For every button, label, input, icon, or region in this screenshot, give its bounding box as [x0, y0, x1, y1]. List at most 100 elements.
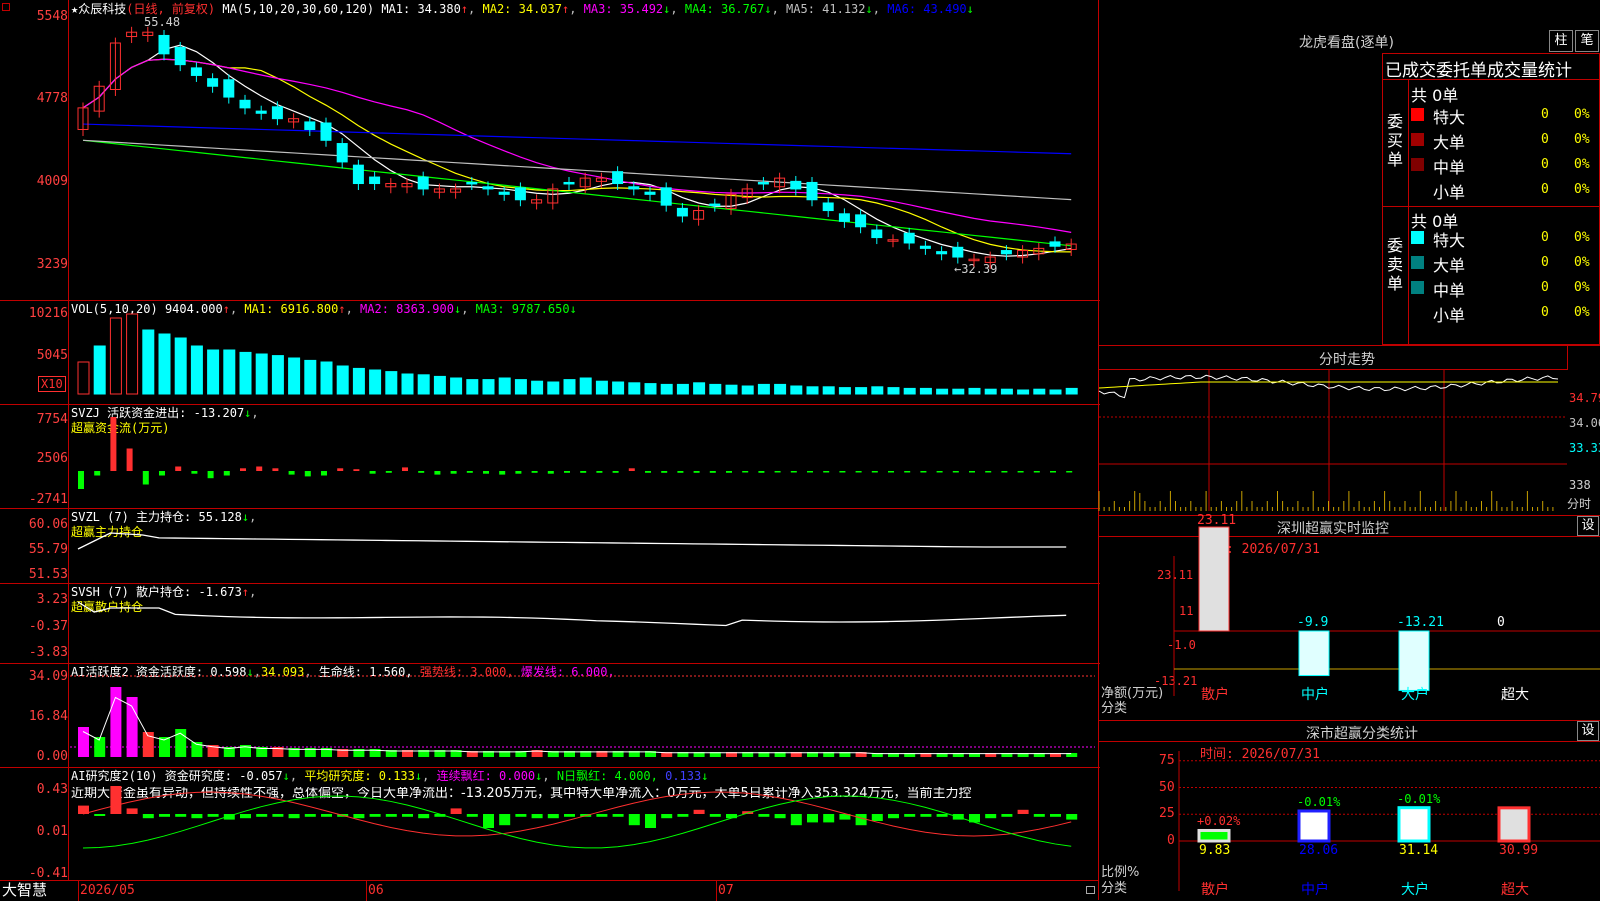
candle-body — [352, 164, 364, 185]
ai-research-bar — [483, 814, 494, 828]
volume-bar — [676, 383, 689, 395]
bar-mode-button[interactable]: 柱 — [1549, 30, 1573, 52]
svzj-bar — [920, 471, 927, 473]
candle-body — [855, 214, 867, 228]
ai-research-bar — [94, 814, 106, 816]
sc-value-label: 9.83 — [1199, 843, 1231, 858]
volume-bar — [255, 353, 268, 395]
volume-bar — [223, 349, 236, 395]
svzj-bar — [321, 471, 327, 476]
ai-research-panel[interactable]: AI研究度2(10) 资金研究度: -0.057↓, 平均研究度: 0.133↓… — [0, 767, 1100, 881]
sc-svg — [1178, 751, 1600, 891]
ai-research-bar — [402, 814, 413, 817]
volume-bar — [498, 377, 511, 395]
ai-research-bar — [693, 809, 705, 814]
svzj-bar — [985, 471, 992, 473]
candle-body — [838, 213, 850, 222]
intraday-vol-unit: 分时 — [1567, 497, 1592, 511]
candle-body — [1000, 250, 1012, 255]
svzl-panel[interactable]: SVZL (7) 主力持仓: 55.128↓, 超赢主力持仓 60.06 55.… — [0, 508, 1100, 583]
svzj-panel[interactable]: SVZJ 活跃资金进出: -13.207↓, 超赢资金流(万元) 7754 25… — [0, 404, 1100, 508]
svzj-bar — [337, 468, 344, 471]
volume-bar — [579, 377, 592, 395]
svzj-bar — [434, 471, 441, 475]
volume-bar — [320, 361, 333, 395]
stat-row-percent: 0% — [1574, 280, 1590, 295]
stat-row: 大单 0 0% — [1411, 129, 1599, 152]
volume-bar — [903, 387, 916, 395]
stat-row-name: 小单 — [1433, 306, 1466, 325]
stat-row-name: 中单 — [1433, 158, 1466, 177]
svzj-bar — [1017, 471, 1024, 473]
candle-body — [369, 176, 381, 185]
ai-research-bar — [1033, 814, 1045, 817]
price-panel[interactable]: ★众辰科技(日线, 前复权) MA(5,10,20,30,60,120) MA1… — [0, 0, 1099, 300]
volume-bar — [126, 313, 139, 395]
svzj-bar — [256, 466, 263, 471]
volume-bar — [774, 383, 787, 395]
volume-chart-svg — [77, 313, 1078, 395]
volume-bar — [628, 382, 641, 395]
svzj-bar — [709, 471, 716, 473]
svzj-chart-svg — [78, 417, 1073, 489]
svzj-bar — [94, 471, 101, 476]
x-divider-jul — [716, 881, 717, 901]
ai-research-bar — [758, 814, 770, 817]
ai-research-bar — [1066, 814, 1078, 820]
stat-row-percent: 0% — [1574, 182, 1590, 197]
svzj-bar — [78, 471, 84, 489]
stat-row: 小单 0 0% — [1411, 179, 1599, 202]
svsh-panel[interactable]: SVSH (7) 散户持仓: -1.673↑, 超赢散户持仓 3.23 -0.3… — [0, 583, 1100, 663]
svzj-bar — [1033, 471, 1040, 473]
volume-panel[interactable]: VOL(5,10,20) 9404.000↑, MA1: 6916.800↑, … — [0, 300, 1100, 404]
intraday-section[interactable]: 分时走势 34.79 34.06 33.33 338 分时 — [1098, 345, 1600, 516]
ai-research-bar — [774, 814, 786, 819]
ai-research-bar — [709, 814, 721, 817]
svzj-bar — [531, 471, 538, 473]
svzj-bar — [661, 471, 668, 473]
stat-row-percent: 0% — [1574, 230, 1590, 245]
ma-line-1 — [82, 44, 1072, 257]
tick-mode-button[interactable]: 笔 — [1575, 30, 1599, 52]
ai-research-bar — [823, 814, 835, 823]
sz-category-section[interactable]: 深市超赢分类统计 设 时间: 2026/07/31 比例% 分类 75 50 25 0… — [1099, 720, 1600, 901]
volume-bar — [352, 367, 365, 395]
candle-body — [919, 245, 931, 249]
svzj-bar — [207, 471, 214, 479]
sz-value-label: -9.9 — [1297, 615, 1329, 630]
ai-research-bar — [272, 814, 284, 817]
sc-pct-label: +0.02% — [1197, 814, 1241, 829]
ai-research-bar — [515, 814, 527, 817]
svzj-bar — [288, 471, 295, 475]
svzj-bar — [888, 471, 894, 473]
ai-research-bar — [855, 814, 867, 826]
lhb-title: 龙虎看盘(逐单) — [1299, 35, 1394, 51]
volume-bar — [288, 357, 301, 395]
sc-bar — [1497, 806, 1531, 843]
stat-row-percent: 0% — [1574, 255, 1590, 270]
candle-body — [644, 191, 656, 195]
sz-bar — [1198, 526, 1230, 632]
sc-category-label: 大户 — [1401, 882, 1429, 898]
candle-body — [223, 79, 235, 98]
svzj-bar — [240, 468, 246, 471]
sz-value-label: -13.21 — [1397, 615, 1444, 630]
sz-value-label: 23.11 — [1197, 513, 1237, 529]
candle-body — [871, 229, 883, 239]
color-swatch — [1411, 158, 1424, 171]
ai-activity-panel[interactable]: AI活跃度2 资金活跃度: 0.598↓,34.093, 生命线: 1.560,… — [0, 663, 1100, 767]
ai-research-bar — [985, 814, 997, 819]
svzj-bar — [1001, 471, 1008, 473]
sell-label: 委卖单 — [1387, 236, 1404, 293]
lock-icon[interactable] — [1086, 886, 1095, 894]
volume-bar — [547, 381, 560, 395]
svzj-bar — [612, 471, 619, 473]
candle-body — [190, 67, 202, 76]
svzj-bar — [855, 471, 862, 473]
svzj-bar — [483, 471, 489, 474]
sc-value-label: 31.14 — [1399, 843, 1439, 858]
sz-monitor-section[interactable]: 深圳超赢实时监控 设 时间: 2026/07/31 23.11 11 -1.0 … — [1099, 513, 1600, 721]
ai-research-bar — [596, 814, 608, 817]
ai-research-bar — [142, 814, 154, 819]
volume-bar — [450, 377, 463, 395]
